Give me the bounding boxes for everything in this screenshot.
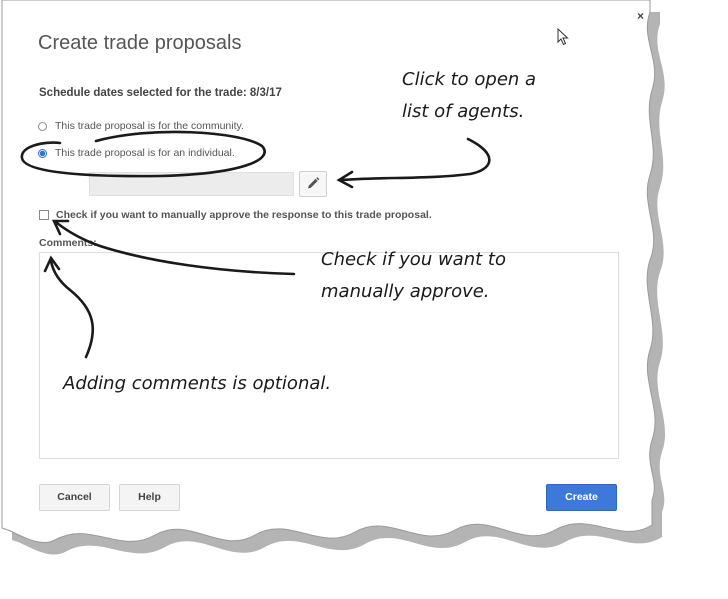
schedule-dates-label: Schedule dates selected for the trade: 8… <box>39 87 282 99</box>
close-icon[interactable]: × <box>637 9 644 23</box>
annotation-comments-note: Adding comments is optional. <box>63 373 332 394</box>
annotation-agents-line1: Click to open a <box>402 69 537 90</box>
option-community-label[interactable]: This trade proposal is for the community… <box>55 120 244 132</box>
annotation-approve-line1: Check if you want to <box>321 249 506 270</box>
select-agent-button[interactable] <box>299 171 327 197</box>
annotation-agents-line2: list of agents. <box>402 101 525 122</box>
option-individual-label[interactable]: This trade proposal is for an individual… <box>55 147 235 159</box>
manual-approve-label[interactable]: Check if you want to manually approve th… <box>56 209 432 221</box>
annotation-approve-line2: manually approve. <box>321 281 490 302</box>
dialog-title: Create trade proposals <box>38 32 242 54</box>
cancel-button[interactable]: Cancel <box>39 484 110 511</box>
agent-field[interactable] <box>89 172 294 196</box>
radio-community[interactable] <box>38 122 47 131</box>
manual-approve-checkbox[interactable] <box>39 210 49 220</box>
radio-individual[interactable] <box>38 149 47 158</box>
create-button[interactable]: Create <box>546 484 617 511</box>
comments-label: Comments: <box>39 237 97 249</box>
help-button[interactable]: Help <box>119 484 180 511</box>
pencil-icon <box>308 177 320 189</box>
mouse-cursor-icon <box>557 28 569 46</box>
